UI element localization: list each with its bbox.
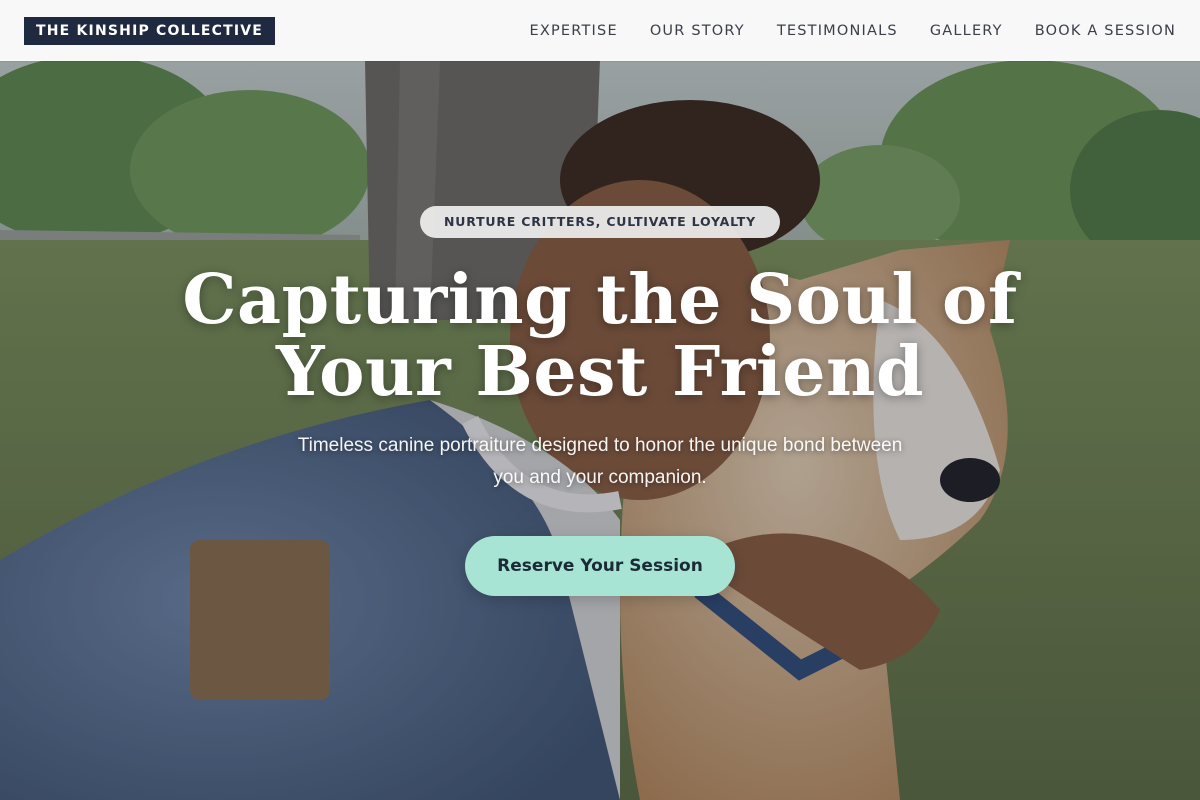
nav-link-expertise[interactable]: EXPERTISE <box>529 23 617 39</box>
hero-title-line-2: Your Best Friend <box>275 332 925 412</box>
nav-link-testimonials[interactable]: TESTIMONIALS <box>777 23 898 39</box>
site-header: THE KINSHIP COLLECTIVE EXPERTISE OUR STO… <box>0 0 1200 61</box>
hero-title-line-1: Capturing the Soul of <box>182 260 1018 340</box>
hero-content: NURTURE CRITTERS, CULTIVATE LOYALTY Capt… <box>0 206 1200 596</box>
nav-link-book-a-session[interactable]: BOOK A SESSION <box>1035 23 1176 39</box>
main-nav: EXPERTISE OUR STORY TESTIMONIALS GALLERY… <box>529 23 1176 39</box>
nav-link-our-story[interactable]: OUR STORY <box>650 23 745 39</box>
hero-title: Capturing the Soul of Your Best Friend <box>150 264 1050 408</box>
hero-eyebrow-badge: NURTURE CRITTERS, CULTIVATE LOYALTY <box>420 206 780 238</box>
hero-subtitle: Timeless canine portraiture designed to … <box>297 435 903 488</box>
nav-link-gallery[interactable]: GALLERY <box>930 23 1003 39</box>
reserve-session-button[interactable]: Reserve Your Session <box>465 536 735 596</box>
brand-logo[interactable]: THE KINSHIP COLLECTIVE <box>24 16 276 45</box>
